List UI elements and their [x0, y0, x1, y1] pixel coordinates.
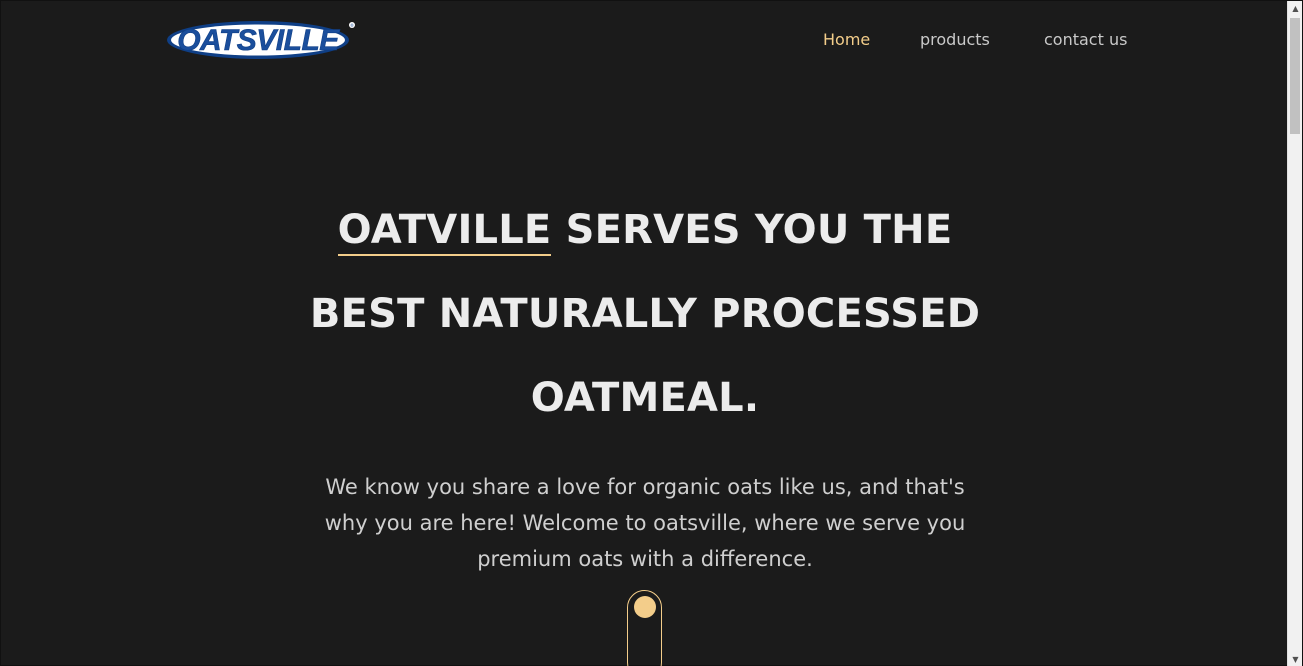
hero-title-line3: OATMEAL.: [530, 375, 760, 421]
nav-link-products[interactable]: products: [920, 30, 1044, 50]
page: OATSVILLE ® Home products contact us OAT…: [0, 0, 1303, 666]
hero-title-highlight: OATVILLE: [337, 208, 552, 256]
scroll-dot: [634, 596, 656, 618]
hero-title: OATVILLE SERVES YOU THE BEST NATURALLY P…: [289, 188, 1001, 440]
svg-text:OATSVILLE: OATSVILLE: [177, 24, 340, 57]
scrollbar-thumb[interactable]: [1290, 18, 1300, 134]
oatsville-logo[interactable]: OATSVILLE ®: [166, 19, 356, 59]
hero-title-line2: BEST NATURALLY PROCESSED: [309, 291, 981, 337]
hero-subtitle: We know you share a love for organic oat…: [324, 475, 966, 571]
mouse-scroll-icon[interactable]: [627, 590, 662, 666]
main-nav: Home products contact us: [823, 30, 1127, 50]
hero-title-line1-rest: SERVES YOU THE: [551, 207, 953, 253]
nav-link-home[interactable]: Home: [823, 30, 920, 50]
vertical-scrollbar[interactable]: ▲ ▼: [1287, 1, 1302, 666]
svg-text:®: ®: [350, 23, 354, 28]
nav-link-contact-us[interactable]: contact us: [1044, 30, 1127, 50]
arrow-up-icon[interactable]: ▲: [1288, 1, 1303, 16]
arrow-down-icon[interactable]: ▼: [1288, 652, 1303, 666]
